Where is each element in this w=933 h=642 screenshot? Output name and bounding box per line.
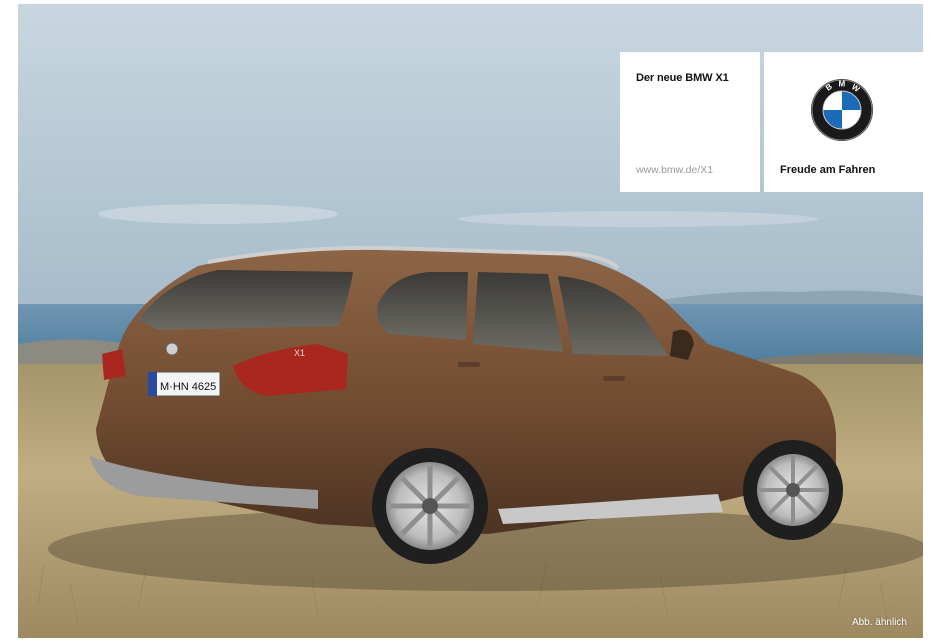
brand-panel: B M W Freude am Fahren	[764, 52, 923, 192]
ad-frame: M·HN 4625 X1 Der neue BMW X1 www.bmw.de/…	[18, 4, 923, 638]
ad-headline: Der neue BMW X1	[636, 72, 729, 84]
logo-letter-m: M	[839, 80, 846, 89]
model-badge: X1	[294, 348, 305, 358]
brand-slogan: Freude am Fahren	[780, 164, 876, 176]
headline-panel: Der neue BMW X1 www.bmw.de/X1	[620, 52, 760, 192]
bmw-logo: B M W	[810, 78, 874, 142]
ad-url-link[interactable]: www.bmw.de/X1	[636, 164, 713, 176]
license-plate-text: M·HN 4625	[160, 381, 216, 393]
image-disclaimer: Abb. ähnlich	[851, 617, 907, 628]
